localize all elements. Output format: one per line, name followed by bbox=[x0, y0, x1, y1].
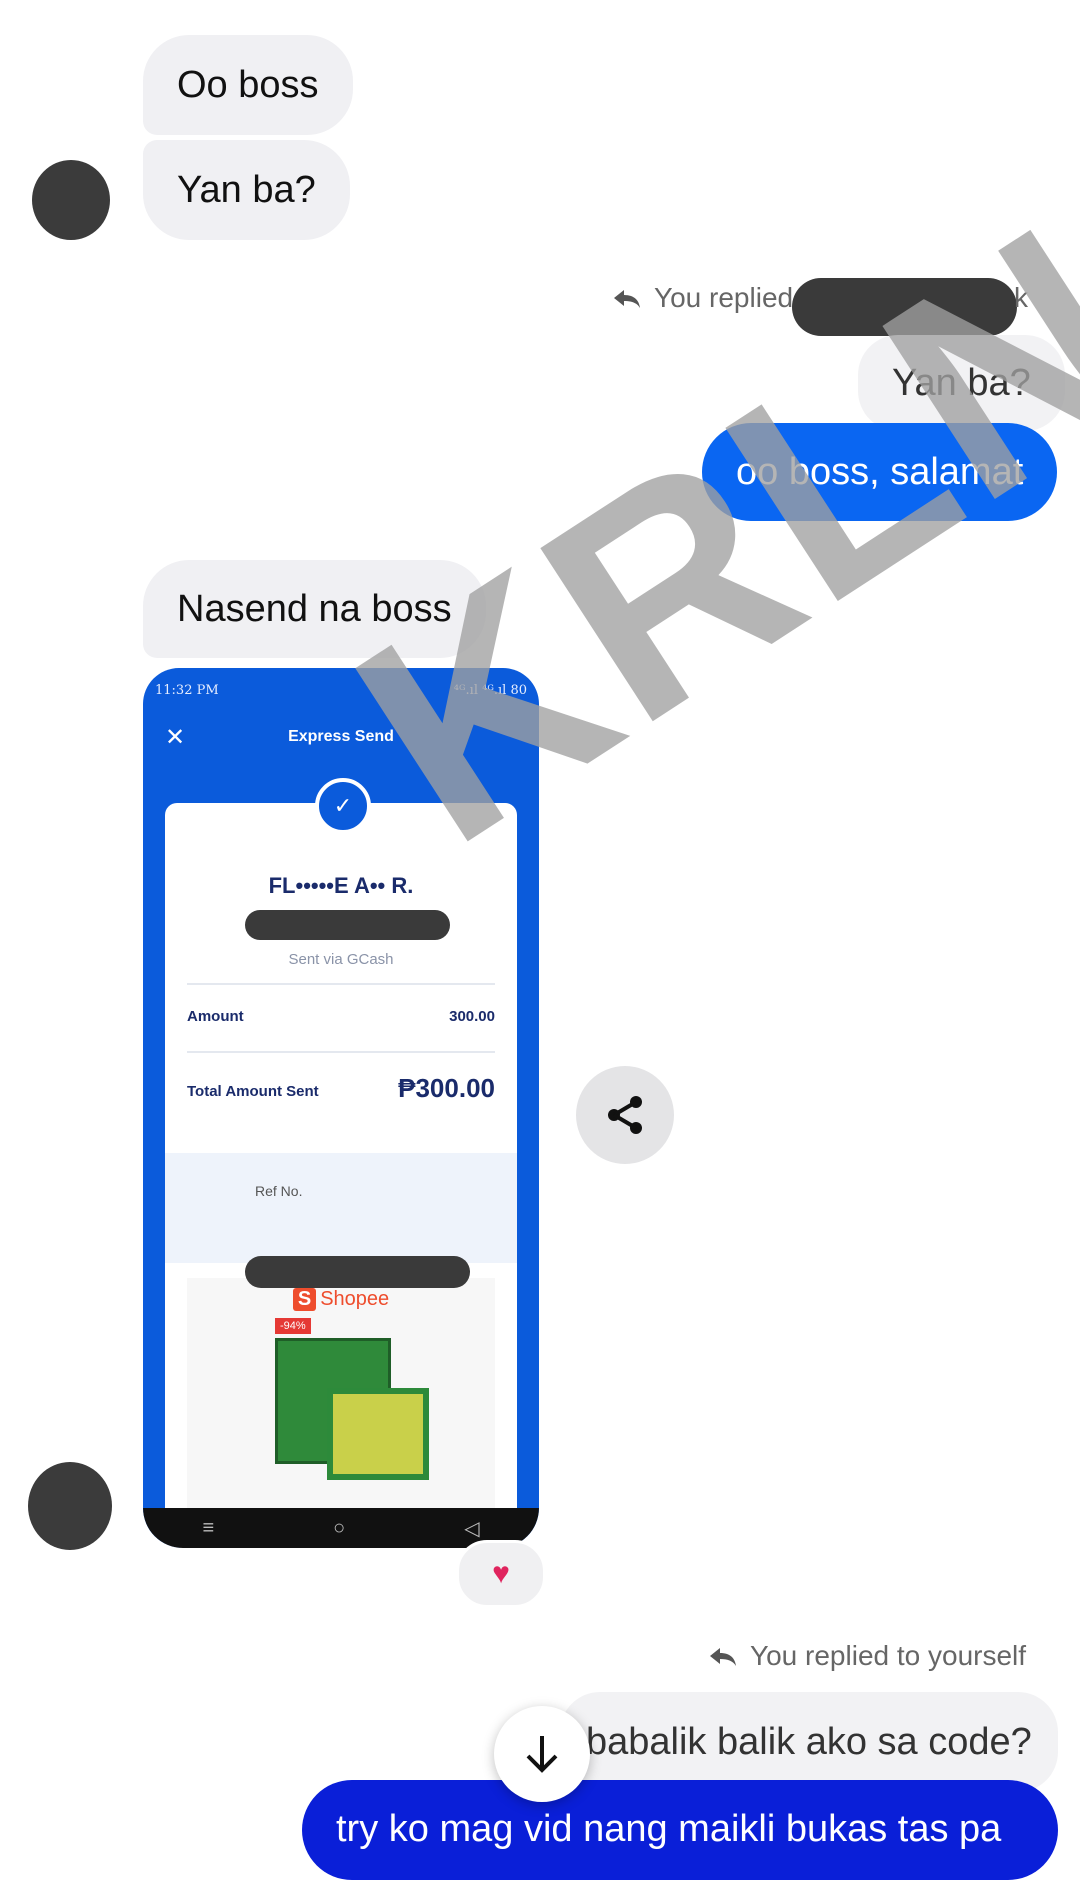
incoming-message[interactable]: Yan ba? bbox=[143, 140, 350, 240]
redaction bbox=[245, 910, 450, 940]
shopee-bag-icon: S bbox=[292, 1288, 317, 1311]
avatar[interactable] bbox=[32, 160, 110, 240]
reply-arrow-icon bbox=[710, 1648, 736, 1666]
reply-label-tail: k bbox=[1014, 282, 1028, 313]
phone-status-bar: 11:32 PM ⁴ᴳ.ıl ⁴ᴳ.ıl 80 bbox=[155, 680, 527, 700]
message-text: try ko mag vid nang maikli bukas tas pa bbox=[336, 1808, 1002, 1850]
share-icon bbox=[608, 1096, 642, 1134]
status-icons: ⁴ᴳ.ıl ⁴ᴳ.ıl 80 bbox=[453, 682, 527, 698]
ref-label: Ref No. bbox=[255, 1183, 303, 1199]
heart-reaction[interactable]: ♥ bbox=[456, 1540, 546, 1608]
total-value: ₱300.00 bbox=[398, 1073, 495, 1103]
share-button[interactable] bbox=[576, 1066, 674, 1164]
status-time: 11:32 PM bbox=[155, 682, 219, 698]
message-text: Nasend na boss bbox=[177, 587, 452, 630]
incoming-message[interactable]: Oo boss bbox=[143, 35, 353, 135]
discount-badge: -94% bbox=[275, 1318, 311, 1334]
outgoing-message[interactable]: oo boss, salamat bbox=[702, 423, 1058, 521]
quoted-message-text: babalik balik ako sa code? bbox=[586, 1720, 1032, 1763]
reply-arrow-icon bbox=[614, 290, 640, 308]
reference-section: Ref No. bbox=[165, 1153, 517, 1263]
divider bbox=[187, 983, 495, 985]
amount-label: Amount bbox=[187, 1008, 244, 1025]
quoted-message[interactable]: Yan ba? bbox=[858, 335, 1065, 431]
avatar[interactable] bbox=[28, 1462, 112, 1550]
quoted-message[interactable]: babalik balik ako sa code? bbox=[560, 1692, 1058, 1792]
receipt-title: Express Send bbox=[288, 728, 394, 745]
ad-brand-text: Shopee bbox=[320, 1288, 390, 1310]
message-text: Oo boss bbox=[177, 63, 319, 106]
reply-label-text: You replied to yourself bbox=[750, 1640, 1027, 1671]
total-label: Total Amount Sent bbox=[187, 1083, 319, 1100]
sent-via: Sent via GCash bbox=[288, 951, 394, 968]
redaction bbox=[245, 1256, 470, 1288]
ad-brand: S Shopee bbox=[187, 1288, 495, 1311]
divider bbox=[187, 1051, 495, 1053]
home-icon: ○ bbox=[333, 1516, 346, 1539]
menu-icon: ≡ bbox=[202, 1516, 215, 1539]
product-image bbox=[327, 1388, 429, 1480]
heart-icon: ♥ bbox=[492, 1557, 510, 1590]
arrow-down-icon bbox=[526, 1736, 558, 1773]
reply-label-text: You replied t bbox=[654, 282, 809, 313]
back-icon: ◁ bbox=[464, 1517, 480, 1540]
message-text: Yan ba? bbox=[177, 168, 316, 211]
check-icon: ✓ bbox=[315, 778, 371, 834]
reply-label: You replied to yourself bbox=[708, 1640, 1026, 1672]
reply-label: You replied t bbox=[612, 282, 809, 314]
message-text: oo boss, salamat bbox=[736, 450, 1024, 493]
amount-value: 300.00 bbox=[449, 1008, 495, 1025]
recipient-name: FL•••••E A•• R. bbox=[268, 873, 414, 898]
quoted-message-text: Yan ba? bbox=[892, 361, 1031, 404]
scroll-to-bottom-button[interactable] bbox=[494, 1706, 590, 1802]
incoming-message[interactable]: Nasend na boss bbox=[143, 560, 486, 658]
outgoing-message[interactable]: try ko mag vid nang maikli bukas tas pa bbox=[302, 1780, 1058, 1880]
receipt-image[interactable]: 11:32 PM ⁴ᴳ.ıl ⁴ᴳ.ıl 80 ✕ Express Send F… bbox=[143, 668, 539, 1548]
redaction bbox=[792, 278, 1017, 336]
